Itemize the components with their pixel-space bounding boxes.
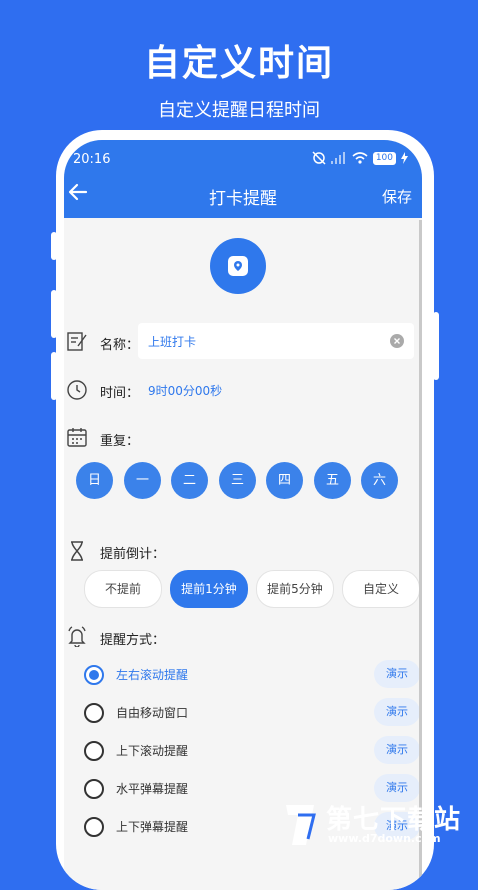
watermark-url: www.d7down.com: [328, 832, 441, 845]
countdown-option-1min[interactable]: 提前1分钟: [170, 570, 248, 608]
status-time: 20:16: [73, 152, 111, 167]
watermark: 第七下载站 www.d7down.com: [284, 799, 478, 850]
day-fri[interactable]: 五: [314, 462, 351, 499]
time-value[interactable]: 9时00分00秒: [148, 382, 222, 399]
status-icons: 100: [312, 151, 408, 165]
name-input[interactable]: 上班打卡: [138, 323, 414, 359]
phone-frame: 20:16 100 打卡提醒 保存 名称： 上班打卡 时间： 9时00分00秒 …: [56, 130, 434, 890]
mode-label: 提醒方式：: [100, 633, 166, 648]
shield-location-icon: [210, 238, 266, 294]
page-title: 打卡提醒: [209, 189, 277, 209]
mode-option-label: 水平弹幕提醒: [116, 782, 189, 796]
clear-icon[interactable]: [390, 334, 404, 348]
watermark-logo-icon: [286, 805, 316, 845]
time-label: 时间：: [100, 386, 140, 401]
alarm-off-icon: [312, 151, 326, 165]
demo-button[interactable]: 演示: [374, 698, 420, 726]
mode-option[interactable]: 左右滚动提醒 演示: [84, 659, 420, 689]
day-tue[interactable]: 二: [171, 462, 208, 499]
mode-radio[interactable]: [84, 817, 104, 837]
demo-button[interactable]: 演示: [374, 774, 420, 802]
mode-option[interactable]: 上下滚动提醒 演示: [84, 735, 420, 765]
countdown-option-none[interactable]: 不提前: [84, 570, 162, 608]
bell-icon: [68, 626, 86, 647]
mode-option-label: 自由移动窗口: [116, 706, 189, 720]
day-sun[interactable]: 日: [76, 462, 113, 499]
watermark-brand: 第七下载站: [326, 805, 462, 835]
hourglass-icon: [71, 541, 83, 561]
day-wed[interactable]: 三: [219, 462, 256, 499]
signal-icon: [330, 152, 345, 164]
name-label: 名称：: [100, 338, 140, 353]
promo-subtitle: 自定义提醒日程时间: [158, 100, 320, 121]
countdown-label: 提前倒计：: [100, 547, 166, 562]
calendar-icon: [67, 428, 87, 447]
app-screen: 20:16 100 打卡提醒 保存 名称： 上班打卡 时间： 9时00分00秒 …: [64, 140, 422, 890]
name-input-value: 上班打卡: [148, 335, 197, 349]
mode-option-label: 左右滚动提醒: [116, 668, 189, 682]
mode-radio[interactable]: [84, 779, 104, 799]
app-header: 20:16 100 打卡提醒 保存: [64, 140, 422, 218]
mode-radio[interactable]: [84, 703, 104, 723]
day-thu[interactable]: 四: [266, 462, 303, 499]
demo-button[interactable]: 演示: [374, 660, 420, 688]
promo-title: 自定义时间: [143, 43, 334, 84]
clock-icon: [67, 380, 87, 400]
scrollbar[interactable]: [419, 220, 422, 890]
mode-option-label: 上下弹幕提醒: [116, 820, 189, 834]
edit-note-icon: [67, 332, 87, 351]
countdown-option-5min[interactable]: 提前5分钟: [256, 570, 334, 608]
mode-option[interactable]: 自由移动窗口 演示: [84, 697, 420, 727]
mode-radio-selected[interactable]: [84, 665, 104, 685]
day-sat[interactable]: 六: [361, 462, 398, 499]
battery-indicator: 100: [372, 151, 396, 165]
demo-button[interactable]: 演示: [374, 736, 420, 764]
mode-option-label: 上下滚动提醒: [116, 744, 189, 758]
wifi-icon: [352, 152, 368, 164]
charging-icon: [401, 152, 408, 164]
repeat-label: 重复：: [100, 434, 140, 449]
day-mon[interactable]: 一: [124, 462, 161, 499]
mode-radio[interactable]: [84, 741, 104, 761]
save-button[interactable]: 保存: [382, 186, 412, 207]
countdown-option-custom[interactable]: 自定义: [342, 570, 420, 608]
